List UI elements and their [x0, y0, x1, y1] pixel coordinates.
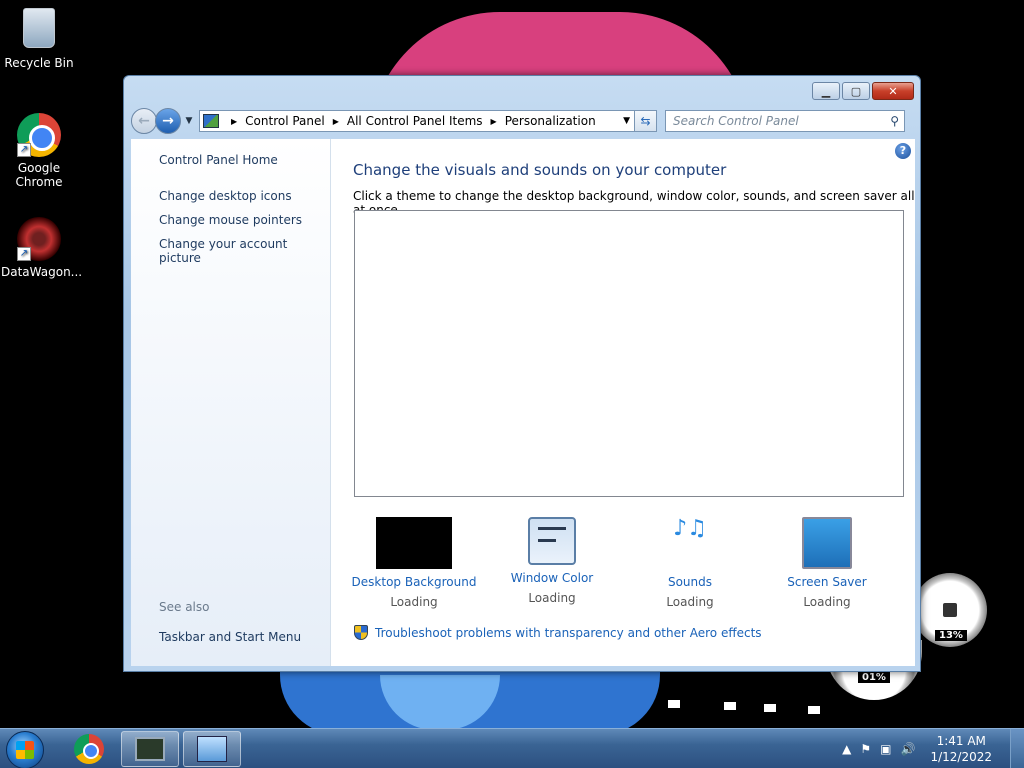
desktop-background-link[interactable]: Desktop Background: [345, 575, 483, 589]
troubleshoot-link[interactable]: Troubleshoot problems with transparency …: [354, 625, 762, 640]
cpu-meter-gadget[interactable]: 13%: [913, 573, 987, 647]
change-desktop-icons-link[interactable]: Change desktop icons: [159, 189, 330, 203]
desktop-background-option[interactable]: Desktop Background Loading: [345, 517, 483, 609]
address-dropdown-icon[interactable]: ▼: [623, 116, 630, 126]
desktop-icon-label: Recycle Bin: [4, 56, 74, 70]
theme-list[interactable]: [354, 210, 904, 497]
sounds-option[interactable]: ♪♫ Sounds Loading: [621, 516, 759, 610]
personalization-window: ▁ ▢ ✕ ← → ▼ ▶ Control Panel ▶ All Contro…: [123, 75, 921, 672]
back-arrow-icon: ←: [138, 113, 150, 129]
breadcrumb-separator-icon: ▶: [231, 116, 238, 126]
volume-icon[interactable]: 🔊: [901, 742, 916, 756]
navigation-bar: ← → ▼ ▶ Control Panel ▶ All Control Pane…: [131, 108, 913, 134]
minimize-icon: ▁: [821, 84, 831, 98]
page-title: Change the visuals and sounds on your co…: [353, 161, 727, 179]
desktop-icon-label: Google Chrome: [15, 161, 63, 189]
taskbar-chrome[interactable]: [60, 731, 118, 767]
start-button[interactable]: [6, 731, 44, 768]
shortcut-arrow-icon: ↗: [17, 247, 31, 261]
wallpaper-dot: [668, 700, 680, 708]
change-account-picture-link[interactable]: Change your account picture: [159, 237, 330, 265]
refresh-icon: ⇆: [640, 114, 651, 128]
action-center-flag-icon[interactable]: ⚑: [860, 742, 871, 756]
shortcut-arrow-icon: ↗: [17, 143, 31, 157]
control-panel-icon: [197, 736, 227, 762]
clock-time: 1:41 AM: [936, 734, 986, 748]
show-hidden-icons-icon[interactable]: ▲: [842, 742, 851, 756]
chevron-down-icon: ▼: [185, 116, 193, 126]
chrome-icon: ↗: [17, 113, 61, 157]
mem-value: 01%: [858, 672, 890, 683]
forward-button[interactable]: →: [155, 108, 181, 134]
refresh-button[interactable]: ⇆: [635, 110, 657, 132]
wallpaper-dot: [808, 706, 820, 714]
clock[interactable]: 1:41 AM 1/12/2022: [930, 733, 992, 765]
show-desktop-button[interactable]: [1010, 729, 1024, 768]
wallpaper-dot: [764, 704, 776, 712]
wallpaper-dot: [724, 702, 736, 710]
breadcrumb-separator-icon: ▶: [490, 116, 497, 126]
chrome-icon: [74, 734, 104, 764]
sounds-status: Loading: [666, 595, 714, 609]
desktop-background-status: Loading: [390, 595, 438, 609]
task-pane: Control Panel Home Change desktop icons …: [131, 139, 331, 666]
troubleshoot-link-text[interactable]: Troubleshoot problems with transparency …: [375, 626, 762, 640]
breadcrumb-separator-icon: ▶: [332, 116, 339, 126]
taskbar-start-menu-link[interactable]: Taskbar and Start Menu: [159, 630, 301, 644]
desktop-icon-label: DataWagon...: [1, 265, 83, 279]
control-panel-home-link[interactable]: Control Panel Home: [159, 153, 330, 167]
control-panel-icon: [203, 114, 219, 128]
forward-arrow-icon: →: [162, 113, 174, 129]
change-mouse-pointers-link[interactable]: Change mouse pointers: [159, 213, 330, 227]
desktop-icon-recycle-bin[interactable]: Recycle Bin: [1, 8, 77, 70]
back-button[interactable]: ←: [131, 108, 157, 134]
system-tray: ▲ ⚑ ▣ 🔊 1:41 AM 1/12/2022: [842, 729, 1024, 768]
window-controls: ▁ ▢ ✕: [812, 82, 914, 100]
sounds-link[interactable]: Sounds: [621, 575, 759, 589]
address-bar[interactable]: ▶ Control Panel ▶ All Control Panel Item…: [199, 110, 635, 132]
breadcrumb-control-panel[interactable]: Control Panel: [245, 114, 325, 128]
screen-saver-icon: [802, 517, 852, 569]
screen-saver-option[interactable]: Screen Saver Loading: [758, 517, 896, 609]
network-icon[interactable]: ▣: [880, 742, 891, 756]
taskbar-task-manager[interactable]: [121, 731, 179, 767]
monitor-icon: [135, 737, 165, 761]
search-placeholder: Search Control Panel: [673, 114, 799, 128]
taskbar-control-panel[interactable]: [183, 731, 241, 767]
search-icon[interactable]: ⚲: [890, 114, 899, 128]
maximize-button[interactable]: ▢: [842, 82, 870, 100]
clock-date: 1/12/2022: [930, 750, 992, 764]
desktop-icon-google-chrome[interactable]: ↗ Google Chrome: [1, 113, 77, 189]
desktop-icon-datawagon[interactable]: ↗ DataWagon...: [1, 217, 83, 279]
taskbar: ▲ ⚑ ▣ 🔊 1:41 AM 1/12/2022: [0, 728, 1024, 768]
minimize-button[interactable]: ▁: [812, 82, 840, 100]
window-content: Control Panel Home Change desktop icons …: [131, 139, 915, 666]
see-also-heading: See also: [159, 600, 210, 614]
help-icon[interactable]: ?: [895, 143, 911, 159]
window-color-status: Loading: [528, 591, 576, 605]
close-button[interactable]: ✕: [872, 82, 914, 100]
search-input[interactable]: Search Control Panel ⚲: [665, 110, 905, 132]
recycle-bin-icon: [17, 8, 61, 52]
window-color-icon: [528, 517, 576, 565]
desktop-background-icon: [376, 517, 452, 569]
window-color-option[interactable]: Window Color Loading: [483, 517, 621, 605]
datawagon-icon: ↗: [17, 217, 61, 261]
breadcrumb-personalization[interactable]: Personalization: [505, 114, 596, 128]
cpu-value: 13%: [935, 630, 967, 641]
shield-icon: [354, 625, 368, 640]
main-pane: ? Change the visuals and sounds on your …: [331, 139, 915, 666]
recent-pages-dropdown[interactable]: ▼: [183, 116, 195, 126]
screen-saver-status: Loading: [803, 595, 851, 609]
sounds-icon: ♪♫: [673, 516, 707, 541]
breadcrumb-all-items[interactable]: All Control Panel Items: [347, 114, 483, 128]
window-color-link[interactable]: Window Color: [483, 571, 621, 585]
screen-saver-link[interactable]: Screen Saver: [758, 575, 896, 589]
maximize-icon: ▢: [850, 84, 862, 98]
chip-icon: [943, 603, 957, 617]
close-icon: ✕: [888, 84, 898, 98]
windows-logo-icon: [16, 741, 34, 759]
